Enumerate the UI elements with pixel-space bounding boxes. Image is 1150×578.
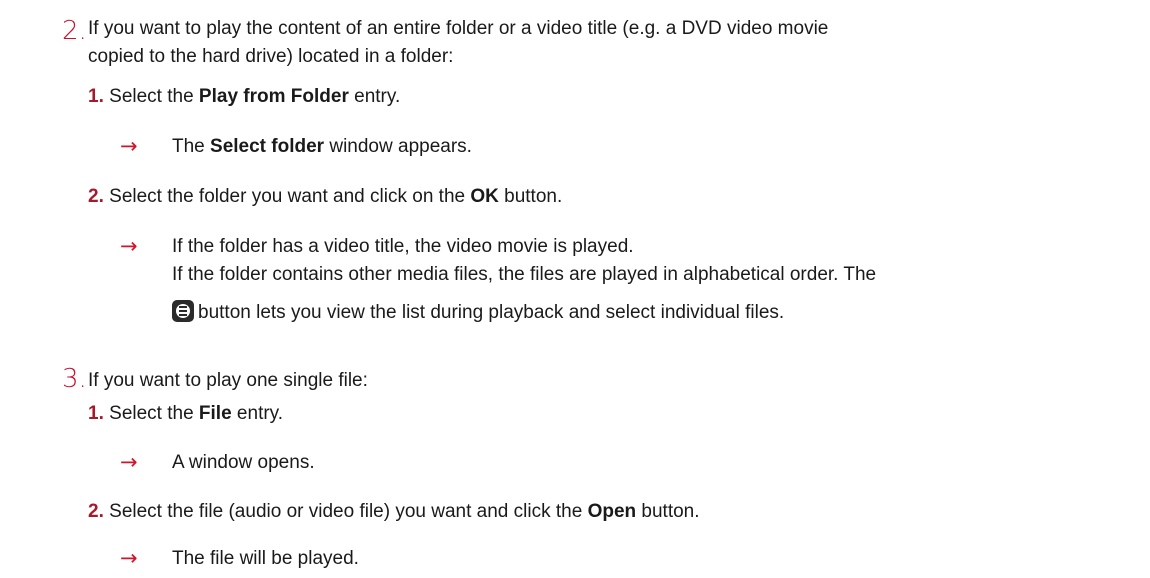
result-text-line: If the folder has a video title, the vid…: [172, 236, 634, 257]
substep-text: button.: [636, 501, 700, 522]
ui-term: File: [198, 403, 232, 424]
step-text-line: If you want to play the content of an en…: [88, 18, 829, 39]
substep-text: entry.: [231, 403, 284, 424]
substep-text: Select the file (audio or video file) yo…: [109, 501, 588, 522]
step-text-line: copied to the hard drive) located in a f…: [88, 46, 454, 67]
result-text: A window opens.: [172, 452, 315, 473]
result-text-part: window appears.: [324, 136, 472, 157]
substep: 1. Select the Play from Folder entry.: [88, 86, 400, 108]
result-arrow-icon: →: [120, 450, 138, 474]
substep-number: 2.: [88, 501, 104, 522]
substep-text: Select the folder you want and click on …: [109, 186, 471, 207]
substep-text: button.: [498, 186, 563, 207]
step-number: 2.: [62, 16, 87, 46]
substep: 2. Select the folder you want and click …: [88, 186, 562, 208]
ui-term: OK: [470, 186, 499, 207]
result-text: The file will be played.: [172, 548, 359, 569]
substep-number: 1.: [88, 86, 104, 107]
result-text-line: button lets you view the list during pla…: [172, 300, 784, 324]
list-icon: [172, 300, 194, 322]
substep-number: 1.: [88, 403, 104, 424]
step-text-line: If you want to play one single file:: [88, 370, 368, 391]
substep: 2. Select the file (audio or video file)…: [88, 501, 700, 523]
substep: 1. Select the File entry.: [88, 403, 283, 425]
result-text-part: The: [172, 136, 211, 157]
step-number: 3.: [62, 364, 87, 394]
result-arrow-icon: →: [120, 234, 138, 258]
result-arrow-icon: →: [120, 546, 138, 570]
ui-term: Select folder: [210, 136, 325, 157]
substep-text: entry.: [348, 86, 401, 107]
substep-text: Select the: [109, 86, 199, 107]
substep-text: Select the: [109, 403, 199, 424]
substep-number: 2.: [88, 186, 104, 207]
result-text: The Select folder window appears.: [172, 136, 472, 158]
result-text-line: If the folder contains other media files…: [172, 264, 877, 285]
result-text-part: button lets you view the list during pla…: [198, 302, 785, 323]
ui-term: Play from Folder: [198, 86, 349, 107]
result-arrow-icon: →: [120, 134, 138, 158]
ui-term: Open: [587, 501, 637, 522]
